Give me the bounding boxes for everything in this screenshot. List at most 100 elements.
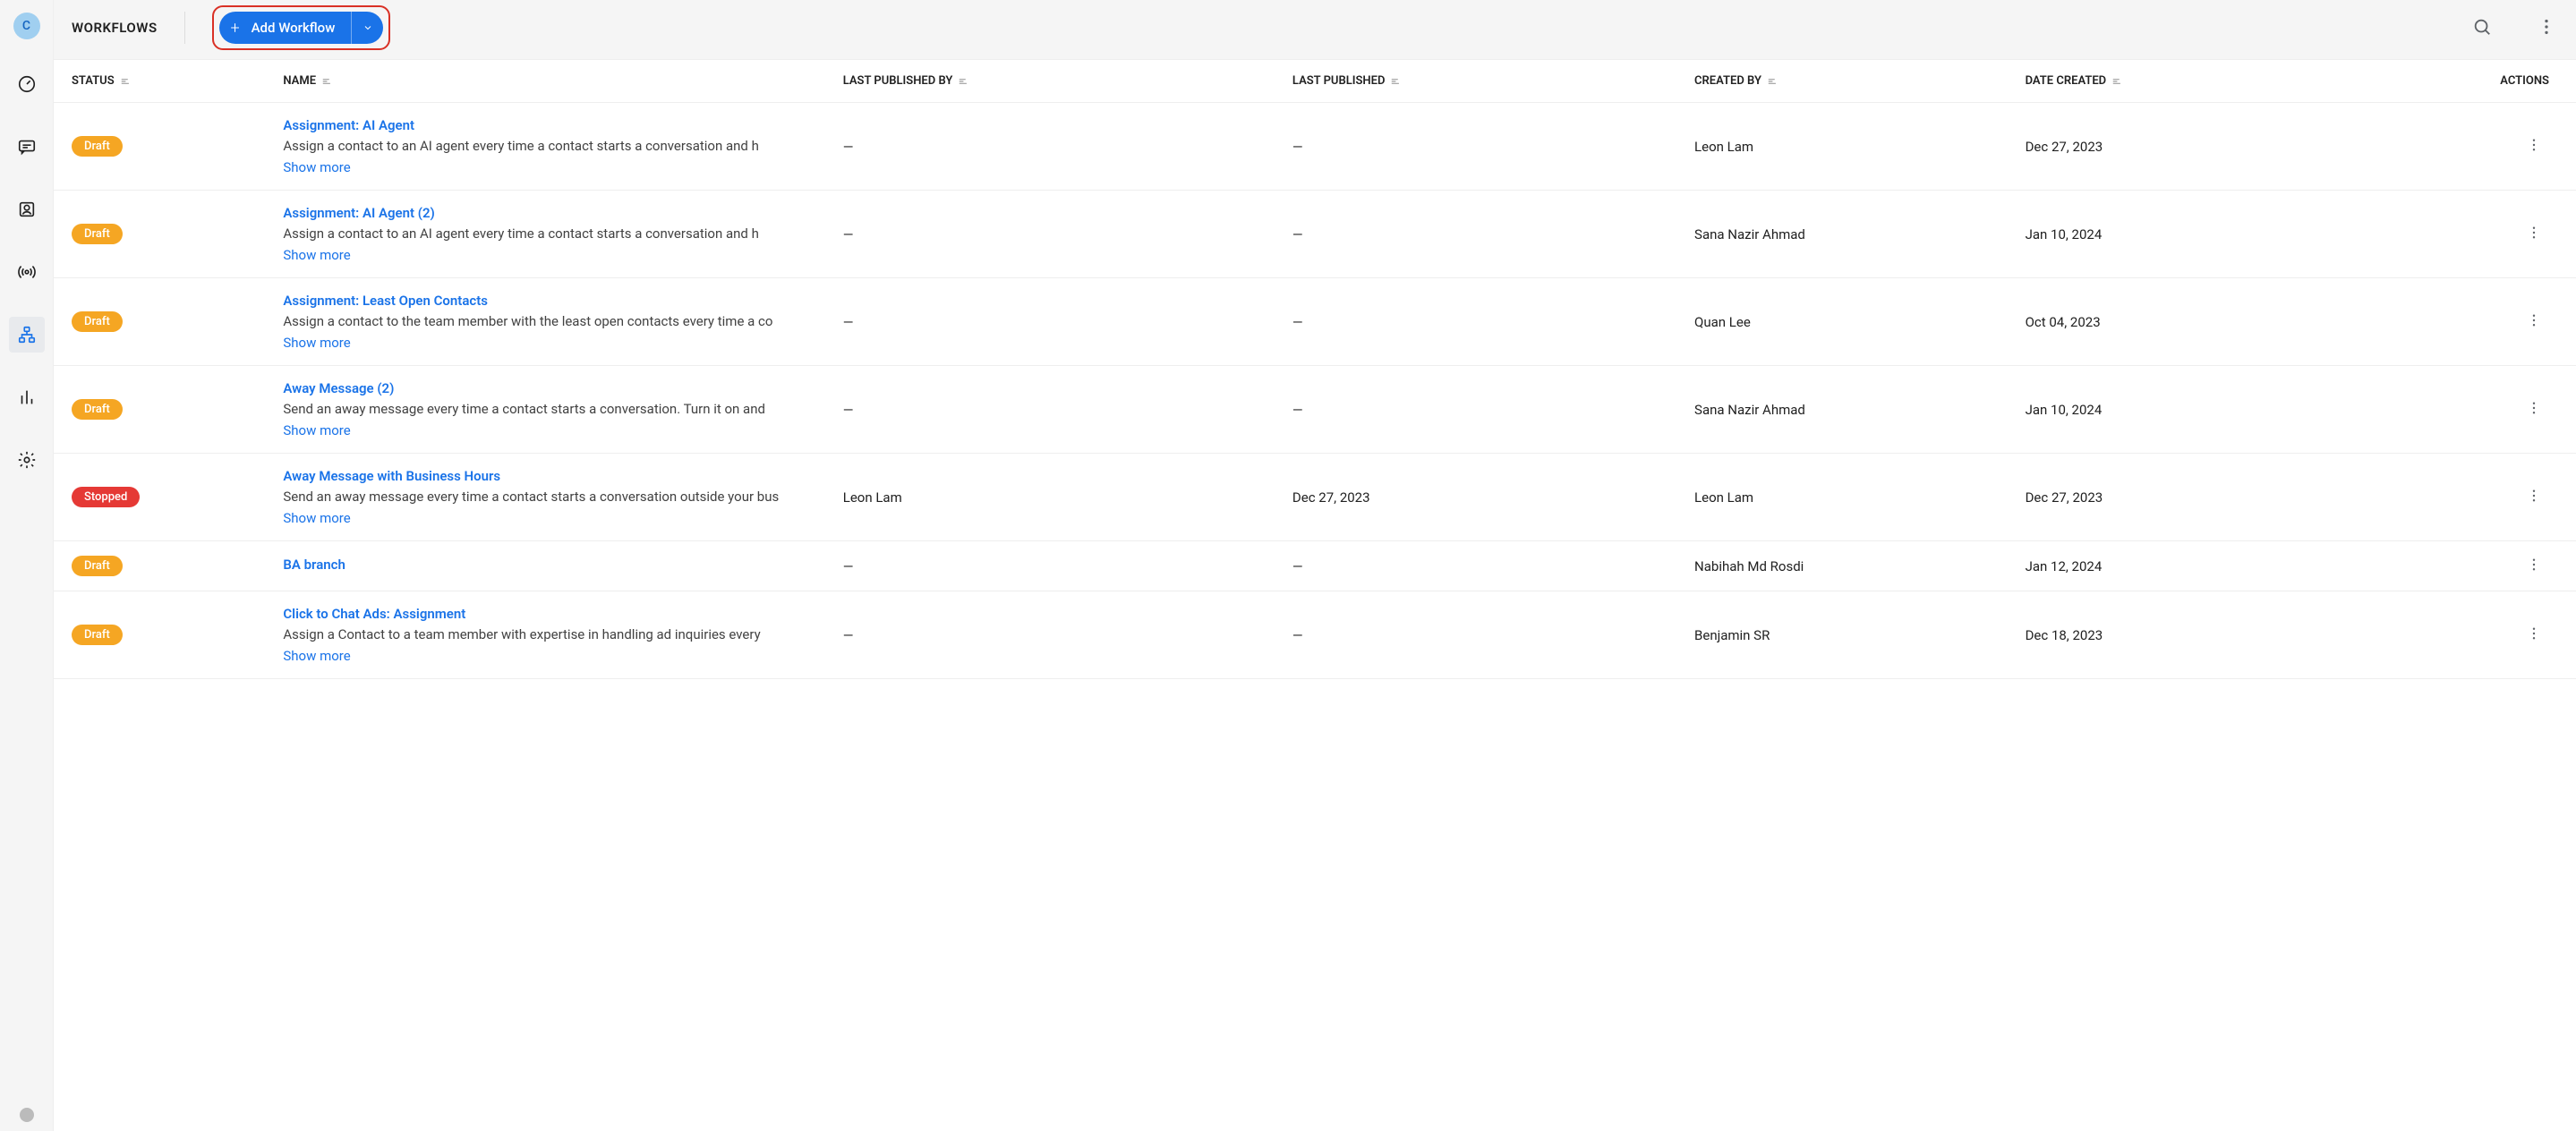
last-published: Dec 27, 2023: [1284, 454, 1685, 541]
more-menu-button[interactable]: [2537, 17, 2558, 38]
nav-broadcast[interactable]: [9, 254, 45, 290]
last-published: —: [1284, 366, 1685, 454]
last-published-by: —: [834, 103, 1284, 191]
vertical-dots-icon: [2526, 625, 2542, 642]
org-avatar[interactable]: C: [13, 13, 40, 39]
nav-contacts[interactable]: [9, 191, 45, 227]
col-last-published[interactable]: LAST PUBLISHED: [1284, 60, 1685, 103]
gear-icon: [16, 449, 38, 471]
plus-icon: +: [219, 19, 252, 38]
nav-reports[interactable]: [9, 379, 45, 415]
nav-workflows[interactable]: [9, 317, 45, 353]
chevron-down-icon: [363, 22, 373, 33]
nav-messages[interactable]: [9, 129, 45, 165]
row-actions-menu[interactable]: [2524, 488, 2542, 507]
workflow-name-link[interactable]: Away Message (2): [283, 380, 824, 396]
workflow-name-link[interactable]: Click to Chat Ads: Assignment: [283, 606, 824, 622]
col-status[interactable]: STATUS: [54, 60, 274, 103]
created-by: Quan Lee: [1685, 278, 2017, 366]
table-row: DraftAssignment: AI Agent (2)Assign a co…: [54, 191, 2576, 278]
status-badge: Draft: [72, 136, 123, 157]
table-row: Draft Click to Chat Ads: Assignment Assign…: [54, 591, 2576, 679]
date-created: Dec 18, 2023: [2017, 591, 2390, 679]
row-actions-menu[interactable]: [2524, 557, 2542, 576]
sort-icon: [2111, 75, 2124, 88]
date-created: Dec 27, 2023: [2017, 103, 2390, 191]
main-area: WORKFLOWS + Add Workflow: [54, 0, 2576, 1131]
date-created: Jan 12, 2024: [2017, 541, 2390, 591]
show-more-link[interactable]: Show more: [283, 422, 824, 438]
nav-settings[interactable]: [9, 442, 45, 478]
workflow-name-link[interactable]: Away Message with Business Hours: [283, 468, 824, 484]
table-container: STATUS NAME LAST PUBLISHED BY LAST PUBLI…: [54, 59, 2576, 1131]
col-name[interactable]: NAME: [274, 60, 833, 103]
date-created: Oct 04, 2023: [2017, 278, 2390, 366]
table-row: StoppedAway Message with Business HoursS…: [54, 454, 2576, 541]
last-published-by: —: [834, 541, 1284, 591]
sort-icon: [1767, 75, 1779, 88]
sort-icon: [321, 75, 334, 88]
add-workflow-dropdown[interactable]: [351, 12, 383, 44]
workflow-description: Assign a contact to an AI agent every ti…: [283, 225, 759, 242]
date-created: Dec 27, 2023: [2017, 454, 2390, 541]
workflow-name-link[interactable]: Assignment: AI Agent (2): [283, 205, 824, 221]
created-by: Benjamin SR: [1685, 591, 2017, 679]
workflow-name-link[interactable]: Assignment: AI Agent: [283, 117, 824, 133]
user-avatar-bottom[interactable]: [20, 1108, 34, 1122]
sidebar: C: [0, 0, 54, 1131]
vertical-dots-icon: [2526, 400, 2542, 416]
row-actions-menu[interactable]: [2524, 312, 2542, 332]
status-badge: Draft: [72, 311, 123, 332]
search-button[interactable]: [2472, 17, 2494, 38]
vertical-dots-icon: [2526, 137, 2542, 153]
add-workflow-button[interactable]: + Add Workflow: [219, 12, 384, 44]
col-date-created[interactable]: DATE CREATED: [2017, 60, 2390, 103]
status-badge: Draft: [72, 625, 123, 645]
broadcast-icon: [16, 261, 38, 283]
status-badge: Draft: [72, 399, 123, 420]
chat-icon: [16, 136, 38, 157]
col-created-by[interactable]: CREATED BY: [1685, 60, 2017, 103]
vertical-dots-icon: [2526, 557, 2542, 573]
date-created: Jan 10, 2024: [2017, 191, 2390, 278]
sort-icon: [958, 75, 970, 88]
workflows-table: STATUS NAME LAST PUBLISHED BY LAST PUBLI…: [54, 60, 2576, 679]
row-actions-menu[interactable]: [2524, 225, 2542, 244]
show-more-link[interactable]: Show more: [283, 510, 824, 526]
row-actions-menu[interactable]: [2524, 625, 2542, 645]
sort-icon: [120, 75, 132, 88]
workflow-icon: [16, 324, 38, 345]
last-published: —: [1284, 541, 1685, 591]
created-by: Sana Nazir Ahmad: [1685, 366, 2017, 454]
search-icon: [2472, 17, 2492, 37]
last-published: —: [1284, 278, 1685, 366]
created-by: Leon Lam: [1685, 103, 2017, 191]
table-row: DraftBA branch——Nabihah Md RosdiJan 12, …: [54, 541, 2576, 591]
created-by: Nabihah Md Rosdi: [1685, 541, 2017, 591]
workflow-name-link[interactable]: BA branch: [283, 557, 824, 573]
workflow-description: Assign a Contact to a team member with e…: [283, 626, 760, 642]
last-published-by: —: [834, 366, 1284, 454]
last-published: —: [1284, 103, 1685, 191]
divider: [184, 12, 185, 44]
show-more-link[interactable]: Show more: [283, 648, 824, 664]
col-actions: ACTIONS: [2389, 60, 2576, 103]
status-badge: Draft: [72, 556, 123, 576]
vertical-dots-icon: [2526, 225, 2542, 241]
add-workflow-label: Add Workflow: [252, 20, 352, 36]
table-row: DraftAway Message (2)Send an away messag…: [54, 366, 2576, 454]
gauge-icon: [16, 73, 38, 95]
row-actions-menu[interactable]: [2524, 137, 2542, 157]
workflow-description: Assign a contact to the team member with…: [283, 313, 772, 329]
last-published-by: —: [834, 278, 1284, 366]
col-last-published-by[interactable]: LAST PUBLISHED BY: [834, 60, 1284, 103]
page-title: WORKFLOWS: [72, 20, 158, 36]
workflow-name-link[interactable]: Assignment: Least Open Contacts: [283, 293, 824, 309]
show-more-link[interactable]: Show more: [283, 159, 824, 175]
show-more-link[interactable]: Show more: [283, 247, 824, 263]
show-more-link[interactable]: Show more: [283, 335, 824, 351]
vertical-dots-icon: [2526, 312, 2542, 328]
last-published-by: —: [834, 191, 1284, 278]
nav-dashboard[interactable]: [9, 66, 45, 102]
row-actions-menu[interactable]: [2524, 400, 2542, 420]
